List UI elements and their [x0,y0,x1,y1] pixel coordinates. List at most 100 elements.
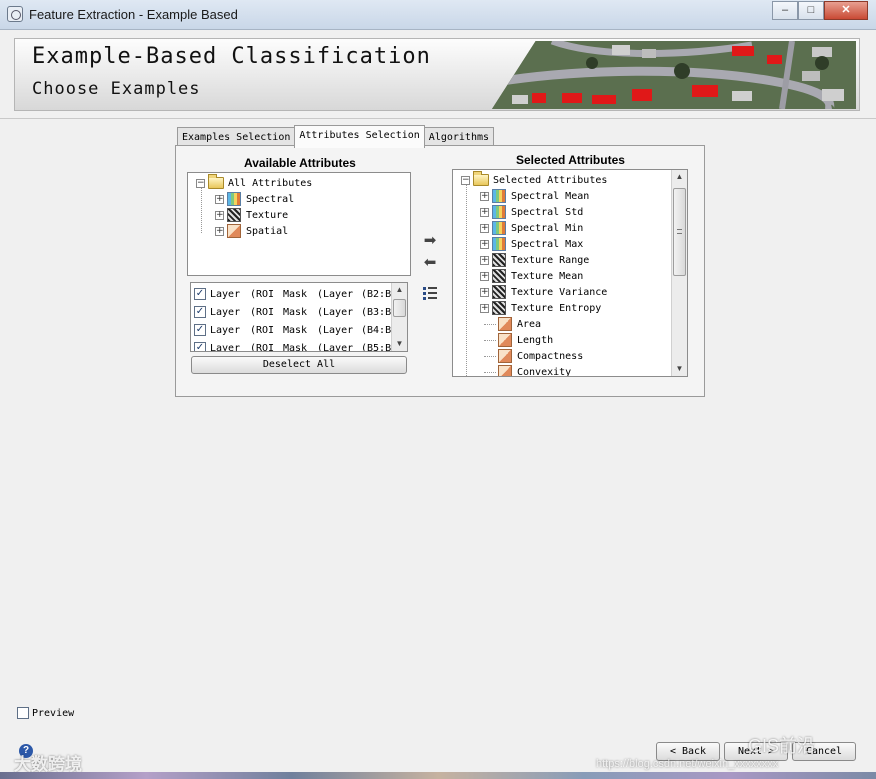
tree-connector [484,355,496,357]
deselect-all-button[interactable]: Deselect All [191,356,407,374]
spatial-icon [498,349,512,363]
remove-attribute-arrow-icon[interactable]: ⬅ [421,255,439,270]
selected-item[interactable]: + Texture Variance [480,284,607,300]
tree-item-spectral[interactable]: + Spectral [215,191,294,207]
layer-row[interactable]: ✓ Layer (ROI Mask (Layer (B2:B2. [194,285,403,303]
folder-icon [208,174,224,189]
expand-icon[interactable]: + [215,226,224,236]
expand-icon[interactable]: + [480,223,489,233]
minimize-button[interactable]: – [772,1,798,20]
tab-algorithms[interactable]: Algorithms [423,127,495,147]
tree-root-selected-attributes[interactable]: − Selected Attributes [461,171,607,188]
selected-item[interactable]: + Spectral Mean [480,188,589,204]
collapse-icon[interactable]: − [196,178,205,188]
layer-row[interactable]: ✓ Layer (ROI Mask (Layer (B4:B4. [194,321,403,339]
selected-item[interactable]: + Spectral Min [480,220,583,236]
preview-toggle[interactable]: Preview [17,707,74,719]
scroll-thumb[interactable] [393,299,406,317]
tree-item-label: Spatial [246,225,289,237]
scroll-up-arrow-icon[interactable]: ▲ [392,283,407,297]
expand-icon[interactable]: + [480,191,489,201]
selected-attributes-tree[interactable]: − Selected Attributes + Spectral Mean + … [452,169,688,377]
layer-cell: (ROI [250,306,275,318]
expand-icon[interactable]: + [480,255,489,265]
layer-checkbox[interactable]: ✓ [194,342,206,351]
spectral-icon [492,205,506,219]
expand-icon[interactable]: + [215,210,224,220]
layer-row[interactable]: ✓ Layer (ROI Mask (Layer (B5:B5. [194,339,403,352]
layer-checkbox[interactable]: ✓ [194,288,206,300]
selected-item[interactable]: + Spectral Std [480,204,583,220]
collapse-icon[interactable]: − [461,175,470,185]
selected-item[interactable]: + Spectral Max [480,236,583,252]
texture-icon [492,301,506,315]
layer-cell: (ROI [250,324,275,336]
selected-item-label: Texture Variance [511,286,608,298]
selected-item[interactable]: + Texture Range [480,252,589,268]
tree-root-label: All Attributes [228,177,313,189]
spectral-icon [492,237,506,251]
spatial-icon [498,365,512,376]
list-options-icon[interactable] [423,287,437,301]
layer-checklist[interactable]: ✓ Layer (ROI Mask (Layer (B2:B2. ✓ Layer… [190,282,408,352]
expand-icon[interactable]: + [215,194,224,204]
title-bar: Feature Extraction - Example Based – □ ✕ [0,0,876,30]
window-controls: – □ ✕ [772,1,868,20]
layer-cell: Layer [210,306,241,318]
tree-item-texture[interactable]: + Texture [215,207,288,223]
close-button[interactable]: ✕ [824,1,868,20]
layer-cell: Layer [210,342,241,352]
aerial-image-graphic [492,41,856,109]
maximize-button[interactable]: □ [798,1,824,20]
expand-icon[interactable]: + [480,287,489,297]
layer-cell: (Layer [317,306,354,318]
selected-item[interactable]: Area [484,316,541,332]
header-divider [0,118,876,119]
selected-item[interactable]: Compactness [484,348,583,364]
scroll-down-arrow-icon[interactable]: ▼ [392,337,407,351]
layer-list-scrollbar[interactable]: ▲ ▼ [391,283,407,351]
tab-attributes-selection[interactable]: Attributes Selection [294,125,425,148]
scroll-down-arrow-icon[interactable]: ▼ [672,362,687,376]
tree-connector [484,323,496,325]
add-attribute-arrow-icon[interactable]: ➡ [421,233,439,248]
layer-cell: Mask [283,342,308,352]
tree-connector [484,371,496,373]
expand-icon[interactable]: + [480,207,489,217]
expand-icon[interactable]: + [480,271,489,281]
selected-list-scrollbar[interactable]: ▲ ▼ [671,170,687,376]
layer-checkbox[interactable]: ✓ [194,324,206,336]
scroll-thumb[interactable] [673,188,686,276]
selected-item[interactable]: + Texture Entropy [480,300,601,316]
tree-connector [484,339,496,341]
layer-cell: Mask [283,288,308,300]
tree-item-spatial[interactable]: + Spatial [215,223,288,239]
tree-root-all-attributes[interactable]: − All Attributes [196,174,313,191]
layer-cell: (Layer [317,288,354,300]
tree-item-label: Spectral [246,193,295,205]
layer-checkbox[interactable]: ✓ [194,306,206,318]
expand-icon[interactable]: + [480,239,489,249]
texture-icon [492,285,506,299]
grip-icon [677,229,682,234]
preview-checkbox[interactable] [17,707,29,719]
texture-icon [227,208,241,222]
scroll-up-arrow-icon[interactable]: ▲ [672,170,687,184]
selected-item[interactable]: + Texture Mean [480,268,583,284]
layer-row[interactable]: ✓ Layer (ROI Mask (Layer (B3:B3. [194,303,403,321]
layer-cell: (Layer [317,324,354,336]
texture-icon [492,269,506,283]
layer-cell: (Layer [317,342,354,352]
spatial-icon [498,317,512,331]
available-attributes-tree[interactable]: − All Attributes + Spectral + Texture + … [187,172,411,276]
expand-icon[interactable]: + [480,303,489,313]
selected-item[interactable]: Length [484,332,553,348]
selected-item[interactable]: Convexity [484,364,571,376]
selected-item-label: Area [517,318,542,330]
tab-examples-selection[interactable]: Examples Selection [177,127,296,147]
window-title: Feature Extraction - Example Based [29,7,238,22]
aerial-image [492,41,856,109]
app-icon [7,6,23,22]
header-banner: Example-Based Classification Choose Exam… [14,38,860,111]
selected-item-label: Spectral Mean [511,190,590,202]
